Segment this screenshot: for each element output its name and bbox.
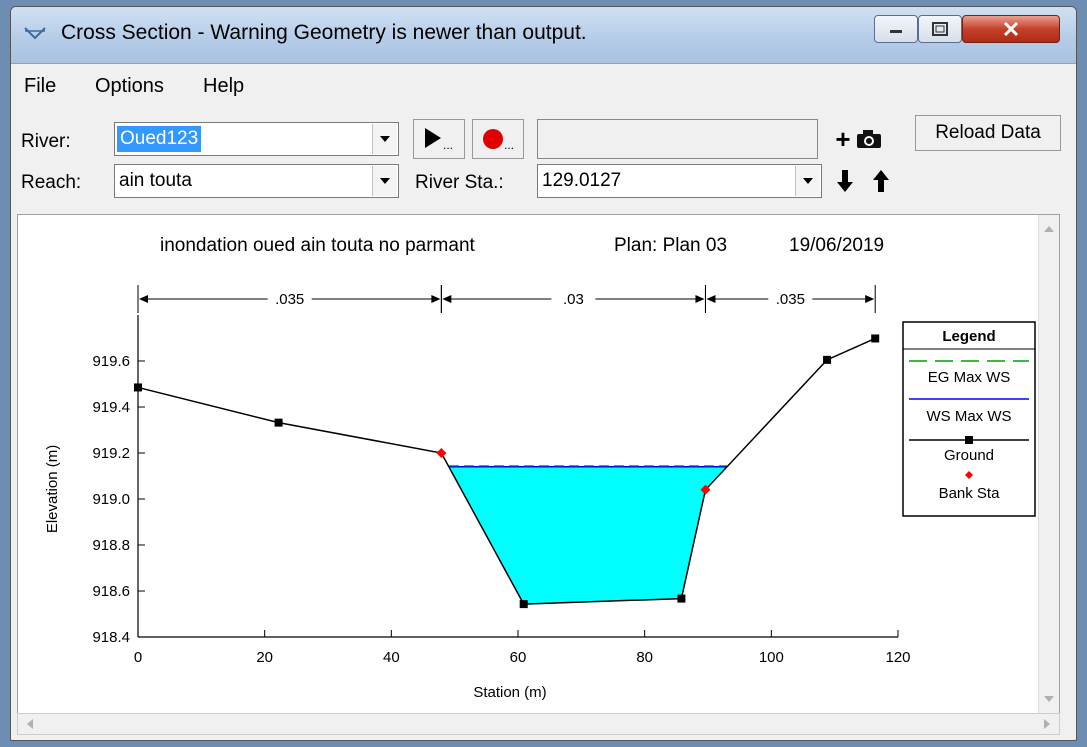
x-tick-label: 0 bbox=[134, 649, 142, 666]
mannings-n-arrow bbox=[706, 295, 716, 303]
next-station-button[interactable] bbox=[867, 164, 895, 198]
bank-station-point bbox=[436, 448, 447, 458]
mannings-n-arrow bbox=[865, 295, 875, 303]
scroll-right-icon[interactable] bbox=[1037, 714, 1057, 734]
ground-point bbox=[677, 594, 686, 603]
reach-label: Reach: bbox=[21, 172, 82, 193]
reach-select[interactable]: ain touta bbox=[114, 164, 399, 198]
cross-section-chart: inondation oued ain touta no parmant Pla… bbox=[44, 235, 1036, 701]
x-tick-label: 100 bbox=[759, 649, 784, 666]
y-tick-label: 919.6 bbox=[92, 353, 130, 370]
mannings-n-label: .035 bbox=[275, 291, 304, 308]
maximize-icon bbox=[932, 22, 948, 36]
y-tick-label: 919.4 bbox=[92, 399, 130, 416]
profile-textbox[interactable] bbox=[537, 119, 818, 159]
ground-point bbox=[274, 418, 283, 427]
menu-file[interactable]: File bbox=[24, 75, 56, 98]
legend-title: Legend bbox=[942, 328, 995, 345]
mannings-n-arrow bbox=[695, 295, 705, 303]
mannings-n-label: .03 bbox=[563, 291, 584, 308]
menu-options[interactable]: Options bbox=[95, 75, 164, 98]
cross-section-plot: inondation oued ain touta no parmant Pla… bbox=[17, 214, 1060, 714]
maximize-button[interactable] bbox=[918, 15, 962, 43]
mannings-n-arrow bbox=[431, 295, 441, 303]
river-dropdown-button[interactable] bbox=[372, 124, 397, 154]
previous-station-button[interactable] bbox=[831, 164, 859, 198]
play-animation-icon: ... bbox=[425, 128, 453, 152]
scroll-left-icon[interactable] bbox=[20, 714, 40, 734]
menu-bar: File Options Help bbox=[11, 71, 1076, 101]
river-select[interactable]: Oued123 bbox=[114, 122, 399, 156]
river-value: Oued123 bbox=[117, 126, 202, 152]
mannings-n-arrow bbox=[442, 295, 452, 303]
river-sta-label: River Sta.: bbox=[415, 172, 504, 193]
ground-point bbox=[134, 383, 142, 392]
y-tick-label: 918.6 bbox=[92, 583, 130, 600]
ground-point bbox=[871, 334, 880, 343]
play-animation-button[interactable]: ... bbox=[413, 119, 465, 159]
svg-text:...: ... bbox=[443, 138, 453, 152]
ground-point bbox=[823, 355, 832, 364]
x-tick-label: 80 bbox=[636, 649, 653, 666]
title-bar[interactable]: Cross Section - Warning Geometry is newe… bbox=[11, 7, 1076, 64]
reach-dropdown-button[interactable] bbox=[372, 166, 397, 196]
reload-data-button[interactable]: Reload Data bbox=[915, 115, 1061, 151]
y-tick-label: 919.0 bbox=[92, 491, 130, 508]
svg-text:...: ... bbox=[504, 138, 514, 152]
horizontal-scrollbar[interactable] bbox=[17, 713, 1060, 735]
close-icon bbox=[1003, 21, 1019, 37]
chevron-down-icon bbox=[380, 178, 390, 184]
add-snapshot-button[interactable]: + bbox=[825, 120, 893, 158]
chevron-down-icon bbox=[803, 178, 813, 184]
legend-bank-label: Bank Sta bbox=[939, 485, 1001, 502]
legend-ground-marker bbox=[965, 436, 973, 444]
record-icon: ... bbox=[483, 129, 514, 152]
ground-point bbox=[519, 600, 528, 609]
arrow-down-icon bbox=[837, 170, 853, 192]
vertical-scrollbar[interactable] bbox=[1038, 215, 1059, 713]
river-label: River: bbox=[21, 131, 71, 152]
camera-icon bbox=[856, 130, 881, 148]
window-title: Cross Section - Warning Geometry is newe… bbox=[61, 21, 587, 44]
cross-section-app-icon bbox=[24, 27, 46, 40]
mannings-n-label: .035 bbox=[776, 291, 805, 308]
scroll-down-icon[interactable] bbox=[1039, 689, 1059, 709]
legend-ground-label: Ground bbox=[944, 447, 994, 464]
y-tick-label: 918.4 bbox=[92, 629, 130, 646]
x-tick-label: 60 bbox=[510, 649, 527, 666]
river-sta-select[interactable]: 129.0127 bbox=[537, 164, 822, 198]
close-button[interactable] bbox=[962, 15, 1060, 43]
legend-eg-label: EG Max WS bbox=[928, 369, 1011, 386]
menu-help[interactable]: Help bbox=[203, 75, 244, 98]
river-sta-value: 129.0127 bbox=[542, 170, 622, 191]
x-tick-label: 120 bbox=[885, 649, 910, 666]
plus-icon: + bbox=[835, 123, 851, 154]
legend: Legend EG Max WS WS Max WS Ground Bank S… bbox=[902, 321, 1036, 517]
chart-date: 19/06/2019 bbox=[789, 235, 884, 256]
x-tick-label: 40 bbox=[383, 649, 400, 666]
record-button[interactable]: ... bbox=[472, 119, 524, 159]
legend-ws-label: WS Max WS bbox=[927, 408, 1012, 425]
y-tick-label: 919.2 bbox=[92, 445, 130, 462]
minimize-icon bbox=[890, 30, 902, 33]
mannings-n-arrow bbox=[139, 295, 148, 303]
cross-section-window: Cross Section - Warning Geometry is newe… bbox=[10, 6, 1077, 741]
y-tick-label: 918.8 bbox=[92, 537, 130, 554]
chevron-down-icon bbox=[380, 136, 390, 142]
y-axis-label: Elevation (m) bbox=[44, 445, 61, 533]
scroll-up-icon[interactable] bbox=[1039, 219, 1059, 239]
minimize-button[interactable] bbox=[874, 15, 918, 43]
chart-title: inondation oued ain touta no parmant bbox=[160, 235, 476, 256]
chart-plan: Plan: Plan 03 bbox=[614, 235, 727, 256]
arrow-up-icon bbox=[873, 170, 889, 192]
reach-value: ain touta bbox=[119, 170, 192, 191]
x-axis-label: Station (m) bbox=[473, 684, 546, 701]
x-tick-label: 20 bbox=[256, 649, 273, 666]
river-sta-dropdown-button[interactable] bbox=[795, 166, 820, 196]
